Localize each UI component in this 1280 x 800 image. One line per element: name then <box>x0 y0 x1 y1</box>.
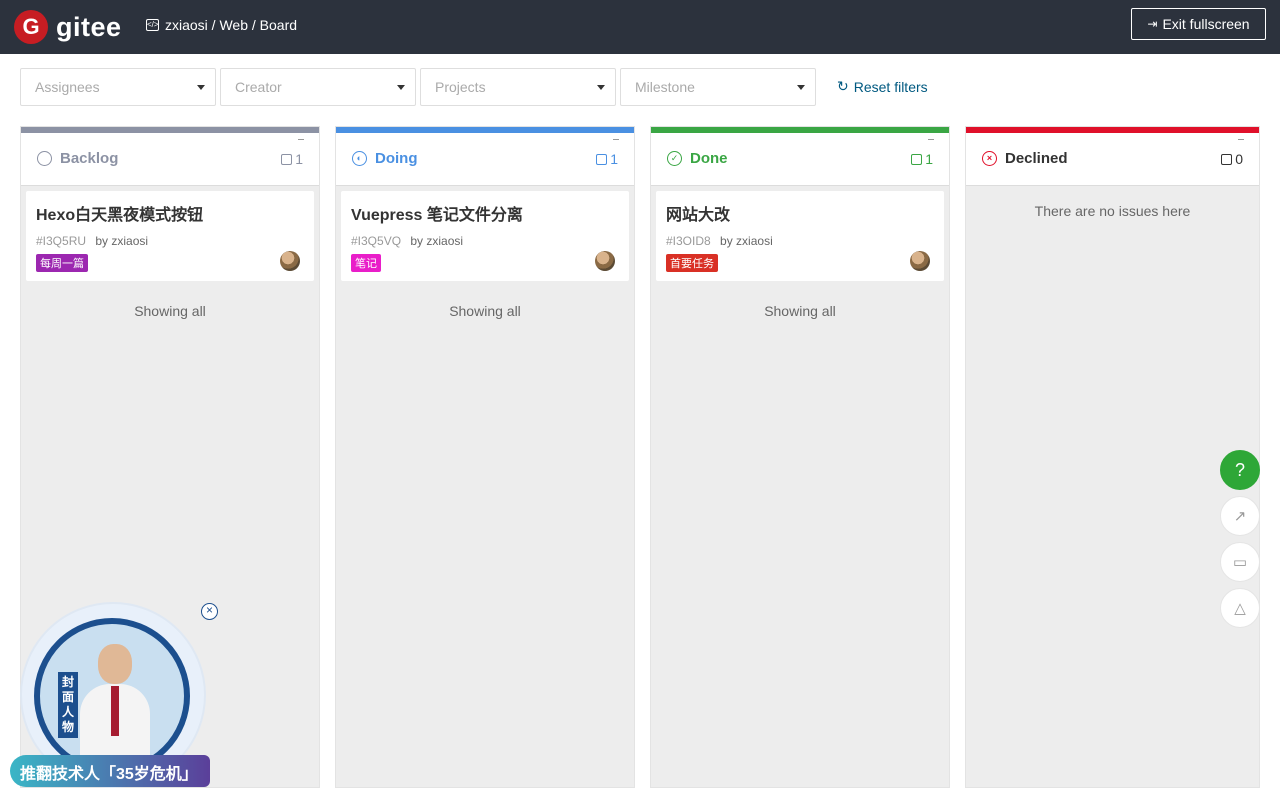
collapse-icon[interactable] <box>928 139 934 140</box>
external-link-icon: ↗ <box>1233 508 1247 525</box>
caret-down-icon <box>797 85 805 90</box>
gitee-logo[interactable]: G gitee <box>14 10 122 44</box>
issue-count-value: 1 <box>295 151 303 167</box>
milestone-filter-label: Milestone <box>635 79 695 95</box>
column-title-text: Declined <box>1005 150 1068 167</box>
collapse-icon[interactable] <box>298 139 304 140</box>
column-title: Backlog <box>37 150 118 167</box>
issue-count-value: 1 <box>610 151 618 167</box>
issue-icon <box>281 153 293 165</box>
column-title-text: Doing <box>375 150 418 167</box>
creator-filter-label: Creator <box>235 79 282 95</box>
column-header: ◐ Doing 1 <box>336 133 634 186</box>
projects-filter[interactable]: Projects <box>420 68 616 106</box>
issue-card[interactable]: Vuepress 笔记文件分离 #I3Q5VQ by zxiaosi 笔记 <box>341 191 629 281</box>
refresh-icon: ↻ <box>837 78 849 94</box>
label-badge[interactable]: 笔记 <box>351 254 381 272</box>
issue-count-value: 1 <box>925 151 933 167</box>
board-column-done: ✓ Done 1 网站大改 #I3OID8 by zxiaosi 首要任务 Sh… <box>650 126 950 788</box>
reset-filters-link[interactable]: ↻ Reset filters <box>837 78 928 95</box>
share-button[interactable]: ↗ <box>1220 496 1260 536</box>
issue-icon <box>596 153 608 165</box>
issue-meta: #I3OID8 by zxiaosi <box>666 234 934 248</box>
issue-count: 1 <box>281 151 303 167</box>
showing-all-text: Showing all <box>134 303 206 319</box>
issue-count: 1 <box>911 151 933 167</box>
milestone-filter[interactable]: Milestone <box>620 68 816 106</box>
report-button[interactable]: △ <box>1220 588 1260 628</box>
assignee-avatar[interactable] <box>595 251 615 271</box>
column-header: Backlog 1 <box>21 133 319 186</box>
warning-icon: △ <box>1234 600 1246 617</box>
status-progress-icon: ◐ <box>352 151 367 166</box>
issue-id[interactable]: #I3Q5VQ <box>351 234 401 248</box>
column-header: ✓ Done 1 <box>651 133 949 186</box>
issue-meta: #I3Q5VQ by zxiaosi <box>351 234 619 248</box>
issue-id[interactable]: #I3Q5RU <box>36 234 86 248</box>
collapse-icon[interactable] <box>613 139 619 140</box>
issue-author: by zxiaosi <box>95 234 149 248</box>
portrait-head <box>98 644 132 684</box>
gitee-logo-text: gitee <box>56 11 122 42</box>
promo-widget[interactable]: 封面人物 推翻技术人「35岁危机」 × <box>10 600 220 796</box>
label-badge[interactable]: 每周一篇 <box>36 254 88 272</box>
projects-filter-label: Projects <box>435 79 486 95</box>
board-column-declined: × Declined 0 There are no issues here <box>965 126 1260 788</box>
label-badge[interactable]: 首要任务 <box>666 254 718 272</box>
breadcrumb[interactable]: </> zxiaosi / Web / Board <box>146 17 297 33</box>
code-icon: </> <box>146 19 159 31</box>
assignee-avatar[interactable] <box>280 251 300 271</box>
collapse-icon[interactable] <box>1238 139 1244 140</box>
column-title-text: Done <box>690 150 728 167</box>
status-open-icon <box>37 151 52 166</box>
issue-title[interactable]: Hexo白天黑夜模式按钮 <box>36 201 304 225</box>
column-header: × Declined 0 <box>966 133 1259 186</box>
column-title-text: Backlog <box>60 150 119 167</box>
issue-author: by zxiaosi <box>410 234 464 248</box>
top-navigation-bar: G gitee </> zxiaosi / Web / Board ⇥ Exit… <box>0 0 1280 54</box>
status-declined-icon: × <box>982 151 997 166</box>
creator-filter[interactable]: Creator <box>220 68 416 106</box>
board-column-doing: ◐ Doing 1 Vuepress 笔记文件分离 #I3Q5VQ by zxi… <box>335 126 635 788</box>
gitee-logo-icon: G <box>14 10 48 44</box>
issue-title[interactable]: 网站大改 <box>666 201 934 225</box>
assignees-filter-label: Assignees <box>35 79 100 95</box>
issue-count-value: 0 <box>1235 151 1243 167</box>
assignees-filter[interactable]: Assignees <box>20 68 216 106</box>
issue-count: 0 <box>1221 151 1243 167</box>
exit-fullscreen-button[interactable]: ⇥ Exit fullscreen <box>1131 8 1266 40</box>
promo-banner[interactable]: 推翻技术人「35岁危机」 <box>10 755 210 787</box>
sign-out-icon: ⇥ <box>1147 17 1158 31</box>
caret-down-icon <box>597 85 605 90</box>
issue-card[interactable]: Hexo白天黑夜模式按钮 #I3Q5RU by zxiaosi 每周一篇 <box>26 191 314 281</box>
issue-icon <box>1221 153 1233 165</box>
issue-id[interactable]: #I3OID8 <box>666 234 711 248</box>
close-icon[interactable]: × <box>201 603 218 620</box>
help-button[interactable]: ? <box>1220 450 1260 490</box>
issue-author: by zxiaosi <box>720 234 773 248</box>
column-title: × Declined <box>982 150 1068 167</box>
column-title: ✓ Done <box>667 150 728 167</box>
breadcrumb-text[interactable]: zxiaosi / Web / Board <box>165 17 297 33</box>
issue-card[interactable]: 网站大改 #I3OID8 by zxiaosi 首要任务 <box>656 191 944 281</box>
caret-down-icon <box>197 85 205 90</box>
reset-filters-label: Reset filters <box>853 78 928 95</box>
issue-title[interactable]: Vuepress 笔记文件分离 <box>351 201 619 225</box>
column-title: ◐ Doing <box>352 150 418 167</box>
showing-all-text: Showing all <box>449 303 521 319</box>
issue-icon <box>911 153 923 165</box>
portrait-tie <box>111 686 119 736</box>
exit-fullscreen-label: Exit fullscreen <box>1162 16 1250 32</box>
showing-all-text: Showing all <box>764 303 836 319</box>
status-done-icon: ✓ <box>667 151 682 166</box>
promo-vertical-label: 封面人物 <box>58 672 78 738</box>
assignee-avatar[interactable] <box>910 251 930 271</box>
empty-column-text: There are no issues here <box>1034 203 1191 219</box>
comment-button[interactable]: ▭ <box>1220 542 1260 582</box>
caret-down-icon <box>397 85 405 90</box>
issue-meta: #I3Q5RU by zxiaosi <box>36 234 304 248</box>
issue-count: 1 <box>596 151 618 167</box>
comment-icon: ▭ <box>1232 554 1248 571</box>
